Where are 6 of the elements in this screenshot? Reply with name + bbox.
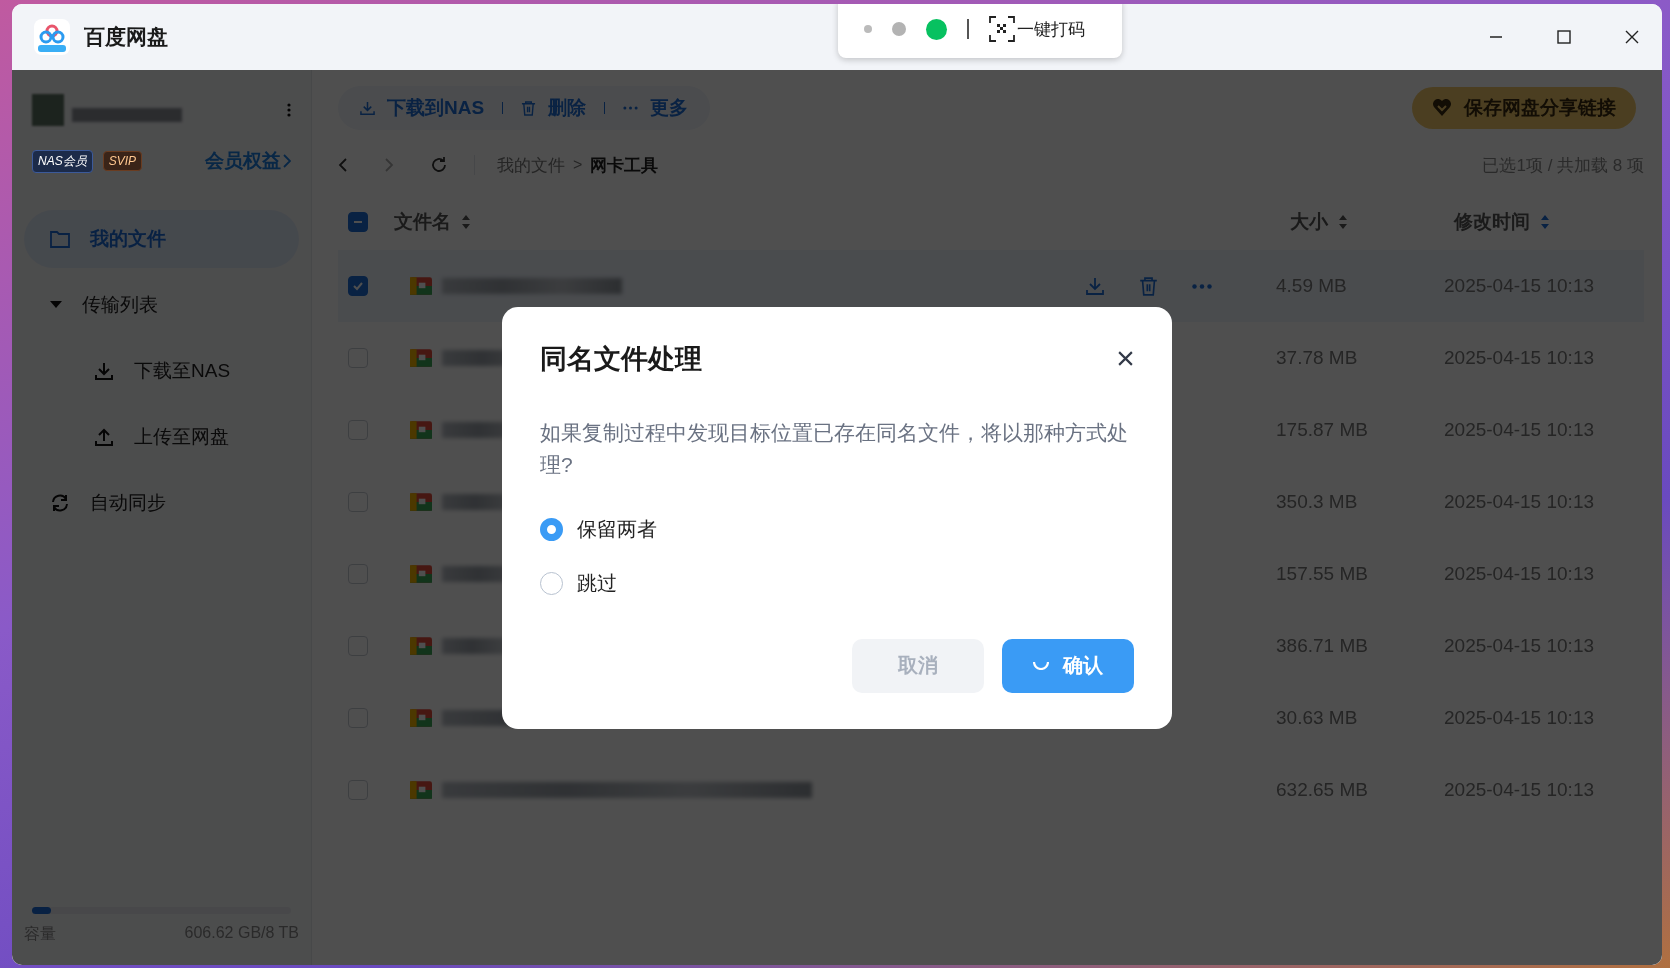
member-badge: NAS会员 xyxy=(32,149,93,173)
member-badge: SVIP xyxy=(102,151,143,171)
breadcrumb-separator: > xyxy=(573,156,583,174)
dialog-title: 同名文件处理 xyxy=(540,342,702,376)
window-title: 百度网盘 xyxy=(84,24,168,50)
dialog-message: 如果复制过程中发现目标位置已存在同名文件，将以那种方式处理? xyxy=(540,419,1129,478)
